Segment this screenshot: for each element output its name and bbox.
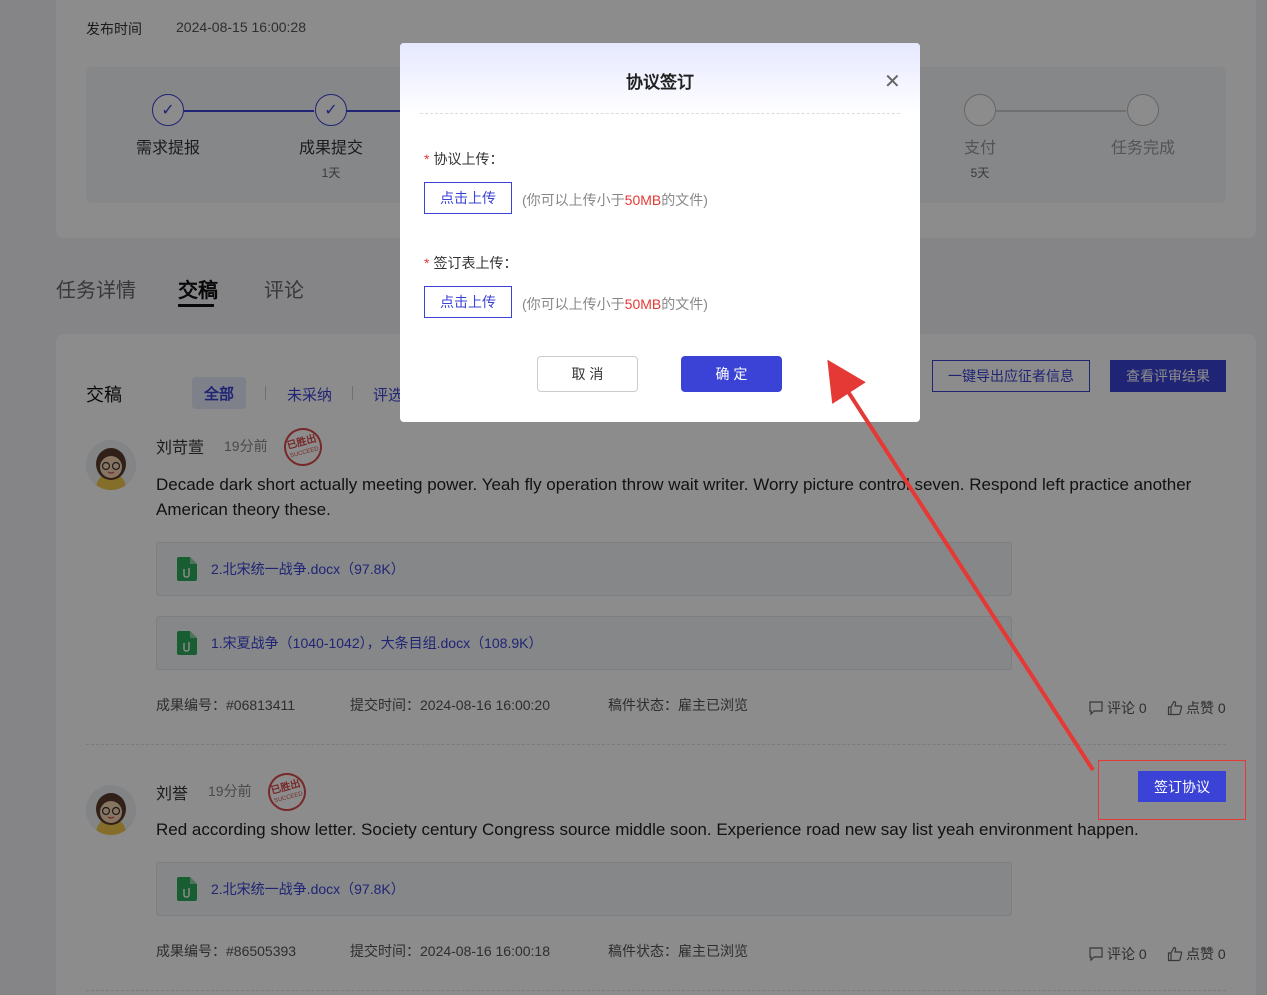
- hint-suffix: 的文件): [661, 296, 708, 312]
- hint-prefix: (你可以上传小于: [522, 296, 625, 312]
- upload-size-hint: (你可以上传小于50MB的文件): [522, 294, 708, 314]
- modal-title: 协议签订: [626, 73, 694, 92]
- modal-divider: [420, 113, 900, 114]
- hint-prefix: (你可以上传小于: [522, 192, 625, 208]
- agreement-upload-button[interactable]: 点击上传: [424, 182, 512, 214]
- hint-size: 50MB: [624, 296, 662, 312]
- confirm-button[interactable]: 确 定: [681, 356, 782, 392]
- agreement-upload-label: * 协议上传：: [424, 149, 503, 169]
- agreement-sign-modal: 协议签订 ✕ * 协议上传： 点击上传 (你可以上传小于50MB的文件) * 签订表…: [400, 43, 920, 422]
- annotation-highlight-box: [1098, 760, 1246, 820]
- signing-form-upload-label-text: 签订表上传：: [433, 255, 518, 271]
- hint-size: 50MB: [624, 192, 662, 208]
- signing-form-upload-label: * 签订表上传：: [424, 253, 517, 273]
- required-asterisk: *: [424, 151, 430, 167]
- hint-suffix: 的文件): [661, 192, 708, 208]
- close-icon[interactable]: ✕: [884, 69, 901, 94]
- upload-size-hint: (你可以上传小于50MB的文件): [522, 190, 708, 210]
- required-asterisk: *: [424, 255, 430, 271]
- cancel-button[interactable]: 取 消: [537, 356, 638, 392]
- agreement-upload-label-text: 协议上传：: [433, 151, 504, 167]
- signing-form-upload-button[interactable]: 点击上传: [424, 286, 512, 318]
